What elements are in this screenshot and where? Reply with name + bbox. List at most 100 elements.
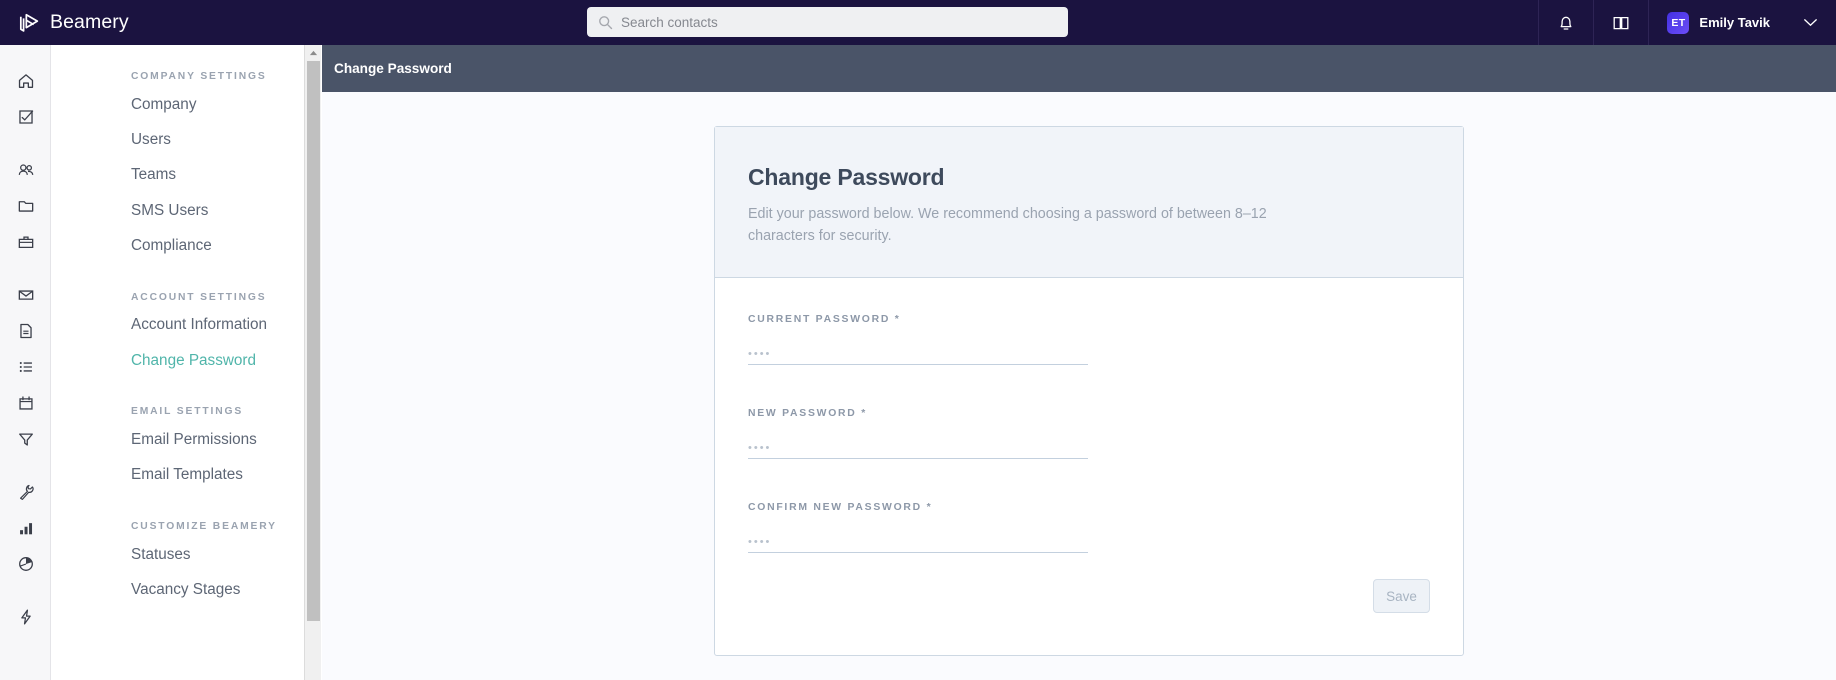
change-password-card: Change Password Edit your password below… — [714, 126, 1464, 656]
card-header: Change Password Edit your password below… — [715, 127, 1463, 279]
sidebar-item-users[interactable]: Users — [51, 122, 320, 157]
sidebar-section-customize-beamery: CUSTOMIZE BEAMERY Statuses Vacancy Stage… — [51, 521, 320, 608]
user-name: Emily Tavik — [1699, 15, 1770, 30]
sidebar-section-company-settings: COMPANY SETTINGS Company Users Teams SMS… — [51, 71, 320, 264]
rail-item-contacts[interactable] — [0, 152, 51, 188]
field-confirm-new-password: CONFIRM NEW PASSWORD * — [748, 502, 1430, 554]
user-menu-toggle[interactable] — [1784, 0, 1836, 45]
sidebar-item-statuses[interactable]: Statuses — [51, 537, 320, 572]
field-label-text: CONFIRM NEW PASSWORD — [748, 502, 922, 514]
brand-logo-area[interactable]: Beamery — [19, 11, 319, 35]
sidebar-section-email-settings: EMAIL SETTINGS Email Permissions Email T… — [51, 406, 320, 493]
sidebar-heading: CUSTOMIZE BEAMERY — [131, 521, 277, 533]
chevron-down-icon — [1803, 19, 1817, 27]
scrollbar-thumb[interactable] — [306, 61, 320, 621]
sidebar-item-account-information[interactable]: Account Information — [51, 308, 320, 343]
brand-name: Beamery — [50, 11, 129, 33]
rail-item-filters[interactable] — [0, 421, 51, 457]
rail-item-vacancies[interactable] — [0, 224, 51, 260]
search-box[interactable] — [587, 7, 1068, 37]
sidebar-scrollbar[interactable] — [304, 45, 321, 680]
page-title: Change Password — [334, 61, 452, 76]
calendar-icon — [18, 396, 33, 410]
people-icon — [18, 164, 33, 175]
required-marker: * — [861, 408, 866, 420]
rail-item-automations[interactable] — [0, 599, 51, 635]
bell-icon — [1560, 16, 1572, 30]
pie-chart-icon — [18, 557, 33, 571]
top-bar: Beamery ET Emily Tavik — [0, 0, 1836, 45]
search-icon — [599, 15, 613, 29]
current-password-input[interactable] — [748, 339, 1088, 366]
rail-item-tasks[interactable] — [0, 99, 51, 135]
task-check-icon — [18, 110, 33, 124]
field-label-text: CURRENT PASSWORD — [748, 314, 891, 326]
sidebar-section-account-settings: ACCOUNT SETTINGS Account Information Cha… — [51, 292, 320, 379]
rail-item-pools[interactable] — [0, 188, 51, 224]
list-icon — [19, 362, 32, 372]
sidebar-heading: ACCOUNT SETTINGS — [131, 291, 267, 303]
folder-icon — [18, 201, 33, 212]
sidebar-item-vacancy-stages[interactable]: Vacancy Stages — [51, 572, 320, 607]
scroll-up-button[interactable] — [305, 45, 321, 60]
icon-rail — [0, 45, 51, 680]
beamery-cube-icon — [19, 13, 39, 32]
rail-item-settings[interactable] — [0, 474, 51, 510]
page-header-bar: Change Password — [322, 45, 1836, 92]
book-icon — [1613, 16, 1629, 29]
sidebar-item-compliance[interactable]: Compliance — [51, 228, 320, 263]
field-new-password: NEW PASSWORD * — [748, 408, 1430, 460]
home-icon — [18, 74, 33, 88]
required-marker: * — [894, 314, 899, 326]
knowledge-base-button[interactable] — [1593, 0, 1648, 45]
rail-item-lists[interactable] — [0, 349, 51, 385]
top-bar-right: ET Emily Tavik — [1538, 0, 1836, 45]
sidebar-item-company[interactable]: Company — [51, 87, 320, 122]
main-content: Change Password Edit your password below… — [322, 92, 1836, 680]
lightning-bolt-icon — [20, 609, 31, 625]
notifications-button[interactable] — [1538, 0, 1593, 45]
avatar: ET — [1667, 11, 1690, 34]
sidebar-item-teams[interactable]: Teams — [51, 158, 320, 193]
card-actions: Save — [715, 553, 1463, 614]
card-description: Edit your password below. We recommend c… — [748, 206, 1267, 244]
filter-funnel-icon — [18, 433, 33, 446]
sidebar-heading: EMAIL SETTINGS — [131, 406, 244, 418]
rail-item-home[interactable] — [0, 63, 51, 99]
sidebar-divider-2 — [51, 378, 320, 406]
rail-item-reports[interactable] — [0, 510, 51, 546]
rail-item-calendar[interactable] — [0, 385, 51, 421]
settings-sidebar: COMPANY SETTINGS Company Users Teams SMS… — [51, 45, 321, 680]
field-current-password: CURRENT PASSWORD * — [748, 314, 1430, 366]
bar-chart-icon — [19, 523, 32, 535]
sidebar-item-sms-users[interactable]: SMS Users — [51, 193, 320, 228]
search-container[interactable] — [587, 7, 1068, 37]
field-label-text: NEW PASSWORD — [748, 408, 857, 420]
confirm-new-password-input[interactable] — [748, 527, 1088, 554]
sidebar-heading: COMPANY SETTINGS — [131, 71, 267, 82]
user-menu[interactable]: ET Emily Tavik — [1648, 0, 1784, 45]
sidebar-divider-1 — [51, 264, 320, 292]
sidebar-item-email-permissions[interactable]: Email Permissions — [51, 422, 320, 457]
rail-item-analytics[interactable] — [0, 546, 51, 582]
sidebar-divider-3 — [51, 493, 320, 521]
sidebar-item-email-templates[interactable]: Email Templates — [51, 458, 320, 493]
settings-sidebar-list: COMPANY SETTINGS Company Users Teams SMS… — [51, 45, 320, 608]
rail-item-campaigns[interactable] — [0, 277, 51, 313]
envelope-icon — [18, 290, 33, 300]
required-marker: * — [926, 502, 931, 514]
field-label: CONFIRM NEW PASSWORD * — [748, 502, 1430, 513]
card-body: CURRENT PASSWORD * NEW PASSWORD * CONFIR… — [715, 278, 1463, 554]
document-icon — [19, 323, 32, 339]
save-button[interactable]: Save — [1373, 579, 1430, 614]
search-input[interactable] — [621, 14, 1041, 30]
triangle-up-icon — [309, 50, 317, 55]
rail-item-pages[interactable] — [0, 313, 51, 349]
wrench-icon — [19, 484, 34, 500]
field-label: CURRENT PASSWORD * — [748, 314, 1430, 325]
card-title: Change Password — [748, 164, 945, 190]
new-password-input[interactable] — [748, 433, 1088, 460]
field-label: NEW PASSWORD * — [748, 408, 1430, 419]
briefcase-icon — [18, 236, 33, 249]
sidebar-item-change-password[interactable]: Change Password — [51, 343, 320, 378]
